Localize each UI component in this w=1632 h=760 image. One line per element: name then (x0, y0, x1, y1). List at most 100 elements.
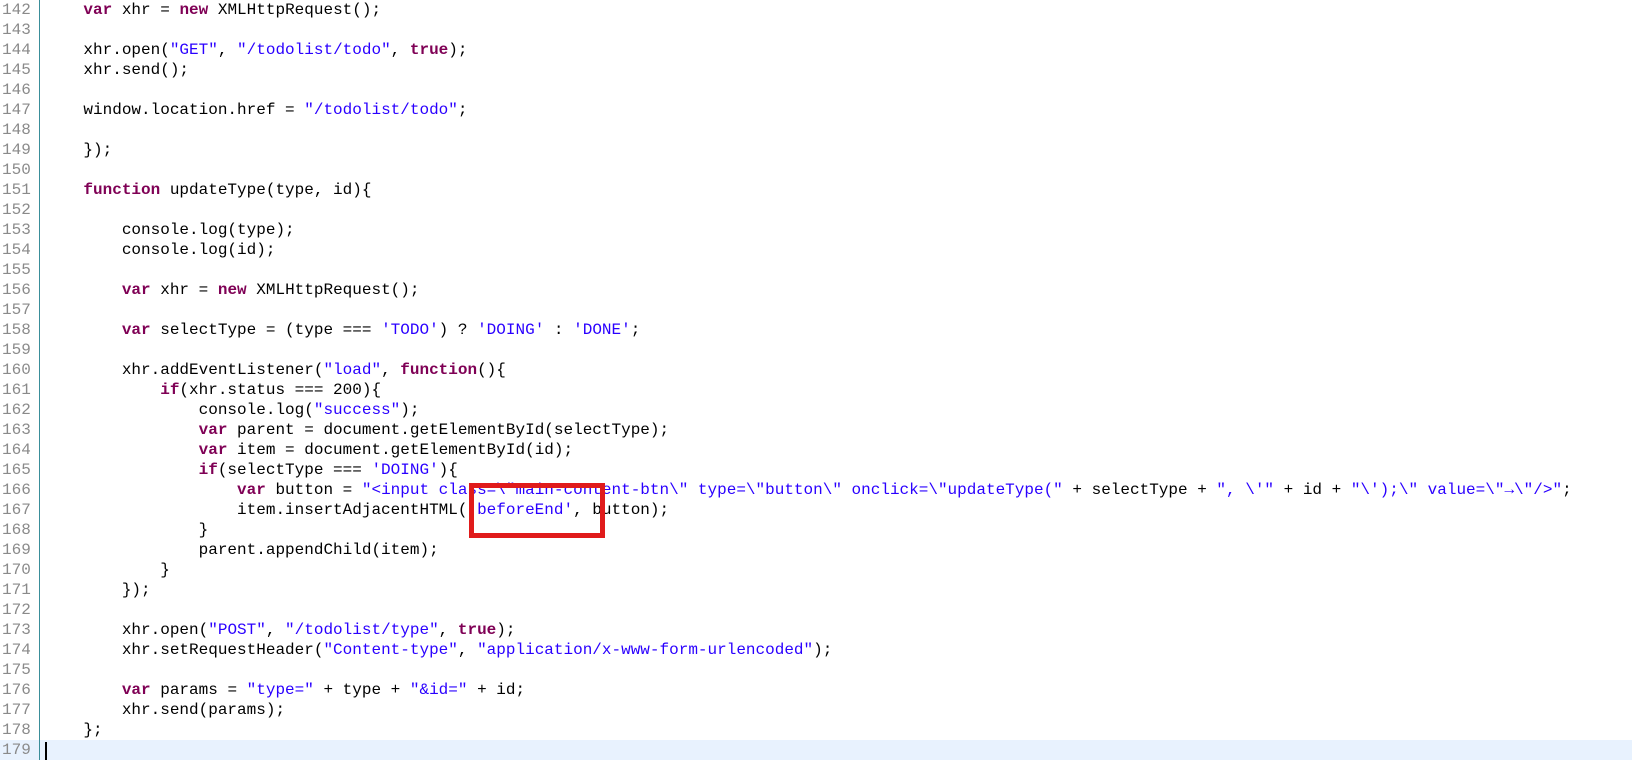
code-line[interactable]: 167 item.insertAdjacentHTML('beforeEnd',… (0, 500, 1632, 520)
code-line[interactable]: 152 (0, 200, 1632, 220)
code-token: } (45, 561, 170, 579)
code-text: window.location.href = "/todolist/todo"; (45, 100, 467, 120)
code-token: item = document.getElementById(id); (227, 441, 574, 459)
code-line[interactable]: 168 } (0, 520, 1632, 540)
line-number: 157 (0, 300, 40, 320)
code-line[interactable]: 178 }; (0, 720, 1632, 740)
keyword-token: function (400, 361, 478, 379)
code-token: (){ (477, 361, 506, 379)
code-token: , (457, 641, 478, 659)
code-line[interactable]: 144 xhr.open("GET", "/todolist/todo", tr… (0, 40, 1632, 60)
code-token: xhr.send(); (45, 61, 190, 79)
code-line[interactable]: 161 if(xhr.status === 200){ (0, 380, 1632, 400)
code-line[interactable]: 158 var selectType = (type === 'TODO') ?… (0, 320, 1632, 340)
code-text: var parent = document.getElementById(sel… (45, 420, 669, 440)
code-line[interactable]: 146 (0, 80, 1632, 100)
code-line[interactable]: 177 xhr.send(params); (0, 700, 1632, 720)
code-line[interactable]: 175 (0, 660, 1632, 680)
code-text: var xhr = new XMLHttpRequest(); (45, 280, 420, 300)
string-token: "Content-type" (323, 641, 458, 659)
code-line[interactable]: 147 window.location.href = "/todolist/to… (0, 100, 1632, 120)
code-token: ; (457, 101, 468, 119)
keyword-token: var (83, 1, 113, 19)
string-token: "success" (313, 401, 401, 419)
string-token: "GET" (169, 41, 218, 59)
line-number: 147 (0, 100, 40, 120)
code-line[interactable]: 174 xhr.setRequestHeader("Content-type",… (0, 640, 1632, 660)
keyword-token: if (160, 381, 180, 399)
code-line[interactable]: 149 }); (0, 140, 1632, 160)
code-text: var item = document.getElementById(id); (45, 440, 573, 460)
keyword-token: var (121, 321, 151, 339)
line-number: 170 (0, 560, 40, 580)
code-token: console.log( (45, 401, 314, 419)
code-line[interactable]: 173 xhr.open("POST", "/todolist/type", t… (0, 620, 1632, 640)
code-text: }); (45, 140, 112, 160)
line-number: 150 (0, 160, 40, 180)
code-text: if(xhr.status === 200){ (45, 380, 381, 400)
code-lines[interactable]: 142 var xhr = new XMLHttpRequest(); 143 14… (0, 0, 1632, 760)
code-token: + id; (467, 681, 526, 699)
code-text: console.log(type); (45, 220, 295, 240)
code-token: selectType = (type === (150, 321, 382, 339)
code-line[interactable]: 156 var xhr = new XMLHttpRequest(); (0, 280, 1632, 300)
line-number: 179 (0, 740, 40, 760)
keyword-token: if (198, 461, 218, 479)
code-line[interactable]: 165 if(selectType === 'DOING'){ (0, 460, 1632, 480)
line-number: 165 (0, 460, 40, 480)
line-number: 169 (0, 540, 40, 560)
line-number: 175 (0, 660, 40, 680)
code-line[interactable]: 169 parent.appendChild(item); (0, 540, 1632, 560)
code-line[interactable]: 145 xhr.send(); (0, 60, 1632, 80)
code-line[interactable]: 142 var xhr = new XMLHttpRequest(); (0, 0, 1632, 20)
code-token: ); (813, 641, 833, 659)
string-token: "type=" (246, 681, 314, 699)
code-line[interactable]: 150 (0, 160, 1632, 180)
code-line[interactable]: 154 console.log(id); (0, 240, 1632, 260)
code-line[interactable]: 170 } (0, 560, 1632, 580)
line-number: 148 (0, 120, 40, 140)
keyword-token: var (121, 281, 151, 299)
line-number: 178 (0, 720, 40, 740)
code-line-current[interactable]: 179 (0, 740, 1632, 760)
code-token: ); (448, 41, 468, 59)
code-editor[interactable]: 142 var xhr = new XMLHttpRequest(); 143 14… (0, 0, 1632, 760)
string-token: 'DONE' (573, 321, 631, 339)
code-line[interactable]: 176 var params = "type=" + type + "&id="… (0, 680, 1632, 700)
code-text: console.log(id); (45, 240, 276, 260)
line-number: 149 (0, 140, 40, 160)
line-number: 161 (0, 380, 40, 400)
string-token: "application/x-www-form-urlencoded" (477, 641, 814, 659)
code-line[interactable]: 164 var item = document.getElementById(i… (0, 440, 1632, 460)
line-number: 146 (0, 80, 40, 100)
code-line[interactable]: 151 function updateType(type, id){ (0, 180, 1632, 200)
code-line[interactable]: 148 (0, 120, 1632, 140)
code-line[interactable]: 159 (0, 340, 1632, 360)
code-line[interactable]: 163 var parent = document.getElementById… (0, 420, 1632, 440)
code-token: , (438, 621, 458, 639)
code-line[interactable]: 166 var button = "<input class=\"main-co… (0, 480, 1632, 500)
string-token: "<input class=\"main-content-btn\" type=… (361, 481, 1063, 499)
code-line[interactable]: 160 xhr.addEventListener("load", functio… (0, 360, 1632, 380)
line-number: 143 (0, 20, 40, 40)
code-line[interactable]: 155 (0, 260, 1632, 280)
line-number: 163 (0, 420, 40, 440)
keyword-token: new (217, 281, 247, 299)
code-token: }; (45, 721, 103, 739)
code-token: window.location.href = (45, 101, 305, 119)
code-text: console.log("success"); (45, 400, 420, 420)
string-token: 'DOING' (371, 461, 439, 479)
code-token: (xhr.status === 200){ (179, 381, 382, 399)
code-token: ; (1562, 481, 1572, 499)
code-line[interactable]: 162 console.log("success"); (0, 400, 1632, 420)
code-line[interactable]: 172 (0, 600, 1632, 620)
code-line[interactable]: 171 }); (0, 580, 1632, 600)
code-text: } (45, 560, 170, 580)
code-token: ); (496, 621, 516, 639)
code-line[interactable]: 143 (0, 20, 1632, 40)
line-number: 142 (0, 0, 40, 20)
line-number: 164 (0, 440, 40, 460)
code-line[interactable]: 157 (0, 300, 1632, 320)
code-line[interactable]: 153 console.log(type); (0, 220, 1632, 240)
